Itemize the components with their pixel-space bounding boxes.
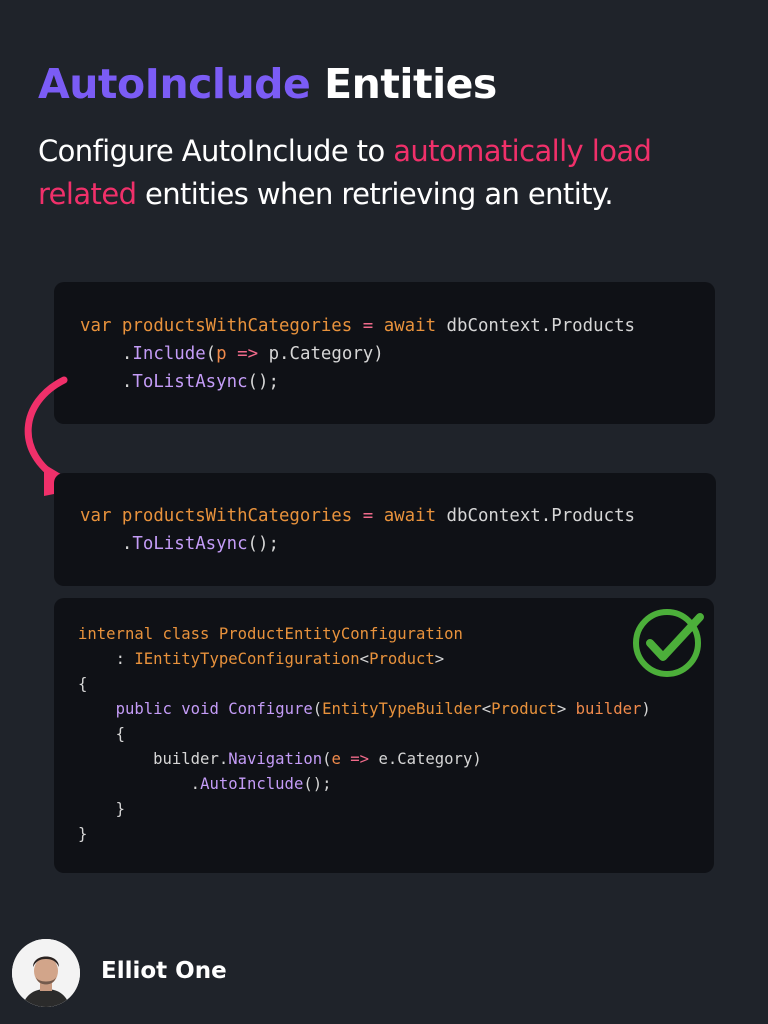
- page-subtitle: Configure AutoInclude to automatically l…: [38, 130, 728, 216]
- author-name: Elliot One: [101, 958, 227, 984]
- code-block-autoinclude-query: var productsWithCategories = await dbCon…: [54, 473, 716, 586]
- code-text: var productsWithCategories = await dbCon…: [80, 316, 636, 392]
- code-tolistasync-method: ToListAsync: [132, 372, 248, 392]
- code-autoinclude-method: AutoInclude: [200, 775, 304, 793]
- code-navigation-method: Navigation: [228, 750, 323, 768]
- code-dbcontext: dbContext.Products: [446, 316, 636, 336]
- title-rest: Entities: [324, 60, 497, 108]
- code-block-configuration: internal class ProductEntityConfiguratio…: [54, 598, 714, 873]
- author-avatar: [12, 939, 80, 1007]
- code-include-method: Include: [132, 344, 206, 364]
- code-operator: =: [362, 316, 374, 336]
- code-text: var productsWithCategories = await dbCon…: [80, 506, 636, 554]
- code-tolistasync-method: ToListAsync: [132, 534, 248, 554]
- page-title: AutoInclude Entities: [38, 58, 497, 110]
- subtitle-end: entities when retrieving an entity.: [136, 177, 614, 211]
- code-configure-method: Configure: [228, 700, 313, 718]
- code-block-include: var productsWithCategories = await dbCon…: [54, 282, 715, 424]
- subtitle-start: Configure AutoInclude to: [38, 134, 394, 168]
- code-var-keyword: var: [80, 316, 112, 336]
- code-await-keyword: await: [383, 316, 437, 336]
- title-accent: AutoInclude: [38, 60, 311, 108]
- code-text: internal class ProductEntityConfiguratio…: [78, 625, 651, 843]
- check-circle-icon: [633, 609, 704, 677]
- code-variable: productsWithCategories: [121, 316, 353, 336]
- code-class-name: ProductEntityConfiguration: [218, 625, 463, 643]
- avatar-portrait: [12, 939, 80, 1007]
